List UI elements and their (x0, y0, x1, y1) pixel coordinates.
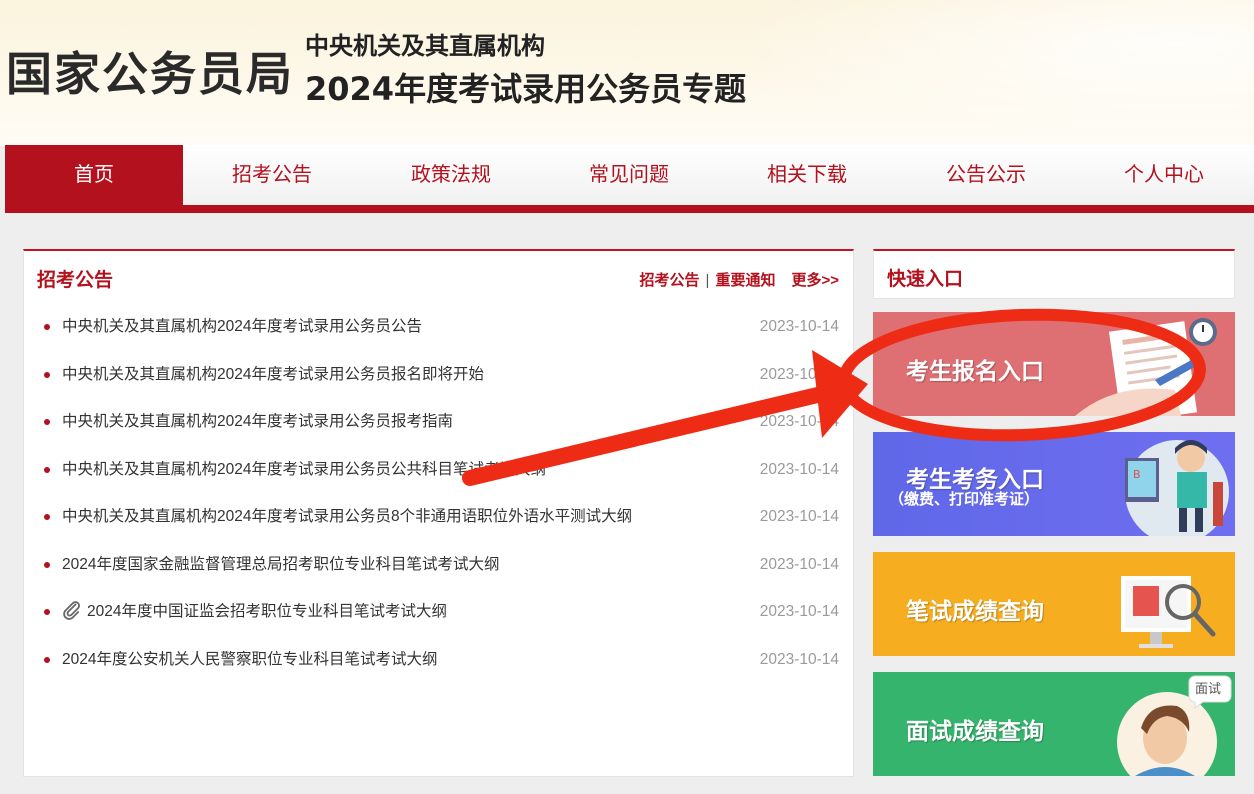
main-nav: 首页 招考公告 政策法规 常见问题 相关下载 公告公示 个人中心 (5, 145, 1254, 213)
list-item[interactable]: 中央机关及其直属机构2024年度考试录用公务员报考指南 2023-10-14 (24, 398, 853, 446)
site-logo[interactable]: 国家公务员局 (6, 38, 294, 104)
list-item-date: 2023-10-14 (759, 460, 839, 478)
list-item-title[interactable]: 2024年度公安机关人民警察职位专业科目笔试考试大纲 (62, 651, 437, 668)
list-item-date: 2023-10-14 (759, 365, 839, 383)
nav-item-faq[interactable]: 常见问题 (540, 145, 718, 205)
list-item[interactable]: 中央机关及其直属机构2024年度考试录用公务员公告 2023-10-14 (24, 303, 853, 351)
list-item-date: 2023-10-14 (759, 555, 839, 573)
exam-affairs-entry-button[interactable]: 考生考务入口 （缴费、打印准考证） B (873, 432, 1235, 536)
header-subtitle-line2: 2024年度考试录用公务员专题 (305, 70, 747, 108)
interview-score-entry-label: 面试成绩查询 (906, 719, 1044, 745)
announcement-list: 中央机关及其直属机构2024年度考试录用公务员公告 2023-10-14 中央机关… (24, 303, 853, 683)
nav-item-notices[interactable]: 公告公示 (897, 145, 1075, 205)
list-item-date: 2023-10-14 (759, 603, 839, 620)
list-item-date: 2023-10-14 (759, 508, 839, 525)
site-header: 国家公务员局 中央机关及其直属机构 2024年度考试录用公务员专题 (0, 0, 1254, 146)
list-item[interactable]: 中央机关及其直属机构2024年度考试录用公务员公共科目笔试考试大纲 2023-10… (24, 446, 853, 494)
list-item-title[interactable]: 中央机关及其直属机构2024年度考试录用公务员8个非通用语职位外语水平测试大纲 (62, 508, 632, 525)
list-item-date: 2023-10-14 (759, 413, 839, 430)
announcements-title: 招考公告 (37, 269, 114, 291)
link-separator: | (705, 272, 710, 289)
list-item-title[interactable]: 中央机关及其直属机构2024年度考试录用公务员报考指南 (62, 413, 453, 430)
announcements-links: 招考公告 | 重要通知 更多>> (640, 269, 839, 290)
written-score-entry-button[interactable]: 笔试成绩查询 (873, 552, 1235, 656)
list-item-title[interactable]: 中央机关及其直属机构2024年度考试录用公务员报名即将开始 (62, 366, 484, 383)
quick-entry-header: 快速入口 (873, 249, 1235, 299)
interview-score-entry-button[interactable]: 面试成绩查询 面试 (873, 672, 1235, 776)
list-item-title[interactable]: 2024年度中国证监会招考职位专业科目笔试考试大纲 (87, 603, 447, 620)
list-item[interactable]: 2024年度国家金融监督管理总局招考职位专业科目笔试考试大纲 2023-10-14 (24, 541, 853, 589)
list-item-title[interactable]: 中央机关及其直属机构2024年度考试录用公务员公告 (62, 318, 422, 335)
list-item[interactable]: 中央机关及其直属机构2024年度考试录用公务员报名即将开始 2023-10-14 (24, 351, 853, 399)
quick-entry-title: 快速入口 (887, 268, 964, 290)
link-important-notices[interactable]: 重要通知 (715, 272, 775, 289)
registration-entry-button[interactable]: 考生报名入口 (873, 312, 1235, 416)
list-item[interactable]: 中央机关及其直属机构2024年度考试录用公务员8个非通用语职位外语水平测试大纲 2… (24, 493, 853, 541)
list-item[interactable]: 2024年度公安机关人民警察职位专业科目笔试考试大纲 2023-10-14 (24, 636, 853, 684)
list-item-date: 2023-10-14 (759, 650, 839, 668)
list-item-title[interactable]: 2024年度国家金融监督管理总局招考职位专业科目笔试考试大纲 (62, 556, 499, 573)
monitor-magnifier-icon (1121, 576, 1216, 648)
more-link[interactable]: 更多>> (791, 272, 839, 289)
interview-badge: 面试 (1194, 682, 1221, 697)
exam-affairs-entry-sublabel: （缴费、打印准考证） (889, 490, 1040, 508)
registration-entry-label: 考生报名入口 (906, 359, 1044, 385)
nav-item-downloads[interactable]: 相关下载 (718, 145, 896, 205)
student-computer-icon: B (1125, 440, 1229, 536)
list-item-date: 2023-10-14 (759, 318, 839, 335)
link-announcements[interactable]: 招考公告 (640, 272, 700, 289)
written-score-entry-label: 笔试成绩查询 (906, 599, 1044, 625)
list-item[interactable]: 2024年度中国证监会招考职位专业科目笔试考试大纲 2023-10-14 (24, 588, 853, 636)
svg-text:B: B (1133, 468, 1141, 481)
nav-item-announcements[interactable]: 招考公告 (183, 145, 361, 205)
header-subtitle-line1: 中央机关及其直属机构 (305, 32, 545, 60)
nav-item-home[interactable]: 首页 (5, 145, 183, 205)
announcements-panel: 招考公告 招考公告 | 重要通知 更多>> 中央机关及其直属机构2024年度考试录用公… (23, 249, 854, 777)
nav-item-policies[interactable]: 政策法规 (362, 145, 540, 205)
nav-item-personal-center[interactable]: 个人中心 (1075, 145, 1253, 205)
form-signing-icon (1075, 318, 1217, 416)
paperclip-icon (63, 601, 80, 620)
list-item-title[interactable]: 中央机关及其直属机构2024年度考试录用公务员公共科目笔试考试大纲 (62, 461, 546, 478)
